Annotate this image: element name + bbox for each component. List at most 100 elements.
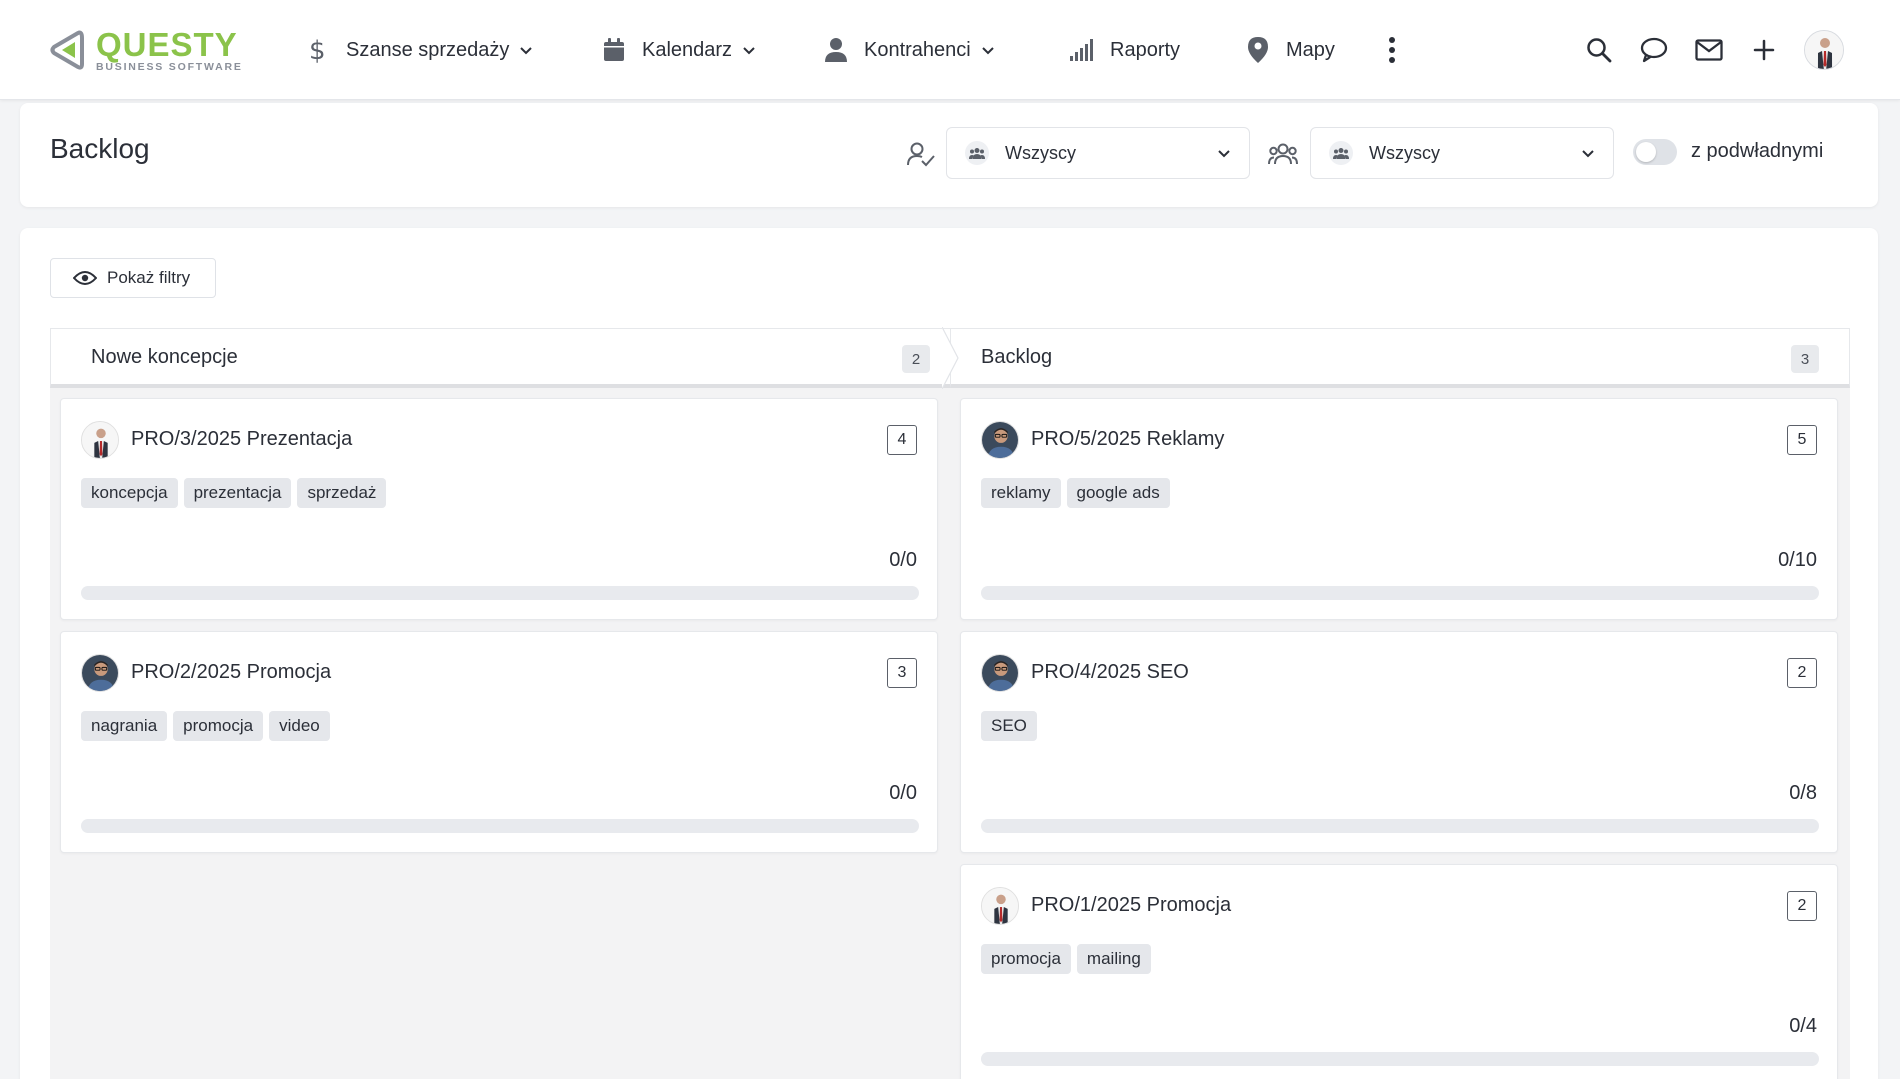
progress-bar [81, 819, 919, 833]
column-count-badge: 3 [1791, 345, 1819, 373]
nav-contractors[interactable]: Kontrahenci [822, 30, 995, 70]
kanban-column-new-concepts: Nowe koncepcje 2 PRO/3/2025 Prezentacja … [50, 328, 950, 1079]
tag: promocja [981, 944, 1071, 974]
tag: mailing [1076, 944, 1151, 974]
column-separator-arrow [942, 327, 959, 389]
show-filters-label: Pokaż filtry [107, 268, 191, 287]
subordinates-toggle-label: z podwładnymi [1691, 140, 1824, 162]
card-title[interactable]: PRO/2/2025 Promocja [131, 661, 331, 684]
nav-reports-label: Raporty [1110, 38, 1181, 61]
card-title[interactable]: PRO/1/2025 Promocja [1031, 894, 1231, 917]
tag-list: promocja mailing [981, 944, 1151, 974]
tag: sprzedaż [297, 478, 387, 508]
tag: reklamy [981, 478, 1061, 508]
column-title: Nowe koncepcje [91, 346, 238, 368]
progress-text: 0/8 [1789, 782, 1817, 804]
progress-text: 0/10 [1778, 549, 1817, 571]
kanban-column-backlog: Backlog 3 PRO/5/2025 Reklamy 5 reklamy g… [950, 328, 1850, 1079]
progress-bar [81, 586, 919, 600]
project-card[interactable]: PRO/5/2025 Reklamy 5 reklamy google ads … [960, 398, 1838, 620]
card-count-badge: 4 [887, 425, 917, 455]
column-count-badge: 2 [902, 345, 930, 373]
tag: SEO [981, 711, 1037, 741]
group-icon [965, 141, 989, 165]
card-title[interactable]: PRO/4/2025 SEO [1031, 661, 1189, 684]
person-icon [822, 36, 850, 64]
svg-text:$: $ [309, 36, 326, 64]
column-title: Backlog [981, 346, 1053, 368]
card-count-badge: 2 [1787, 658, 1817, 688]
tag: koncepcja [81, 478, 178, 508]
column-header: Backlog 3 [950, 328, 1850, 388]
tag: google ads [1066, 478, 1170, 508]
plus-icon[interactable] [1749, 35, 1779, 65]
card-count-badge: 5 [1787, 425, 1817, 455]
show-filters-button[interactable]: Pokaż filtry [50, 258, 216, 298]
brand-name: QUESTY [96, 26, 238, 63]
assignee-select[interactable]: Wszyscy [946, 127, 1250, 179]
avatar [81, 421, 119, 459]
group-select[interactable]: Wszyscy [1310, 127, 1614, 179]
kanban-board: Nowe koncepcje 2 PRO/3/2025 Prezentacja … [50, 327, 1850, 1079]
toggle-knob [1636, 142, 1656, 162]
page-header: Backlog Wszyscy Wszyscy z podwładnymi [20, 103, 1878, 207]
avatar [981, 654, 1019, 692]
map-pin-icon [1244, 36, 1272, 64]
project-card[interactable]: PRO/2/2025 Promocja 3 nagrania promocja … [60, 631, 938, 853]
chevron-down-icon [520, 47, 533, 55]
nav-reports[interactable]: Raporty [1068, 30, 1180, 70]
avatar [981, 887, 1019, 925]
tag-list: koncepcja prezentacja sprzedaż [81, 478, 387, 508]
progress-bar [981, 1052, 1819, 1066]
project-card[interactable]: PRO/4/2025 SEO 2 SEO 0/8 [960, 631, 1838, 853]
eye-icon [73, 266, 97, 290]
nav-calendar-label: Kalendarz [642, 38, 733, 61]
page-title: Backlog [50, 133, 150, 164]
tag-list: reklamy google ads [981, 478, 1170, 508]
user-avatar[interactable] [1804, 30, 1844, 70]
nav-maps[interactable]: Mapy [1244, 30, 1335, 70]
progress-bar [981, 586, 1819, 600]
tag: nagrania [81, 711, 168, 741]
brand-subtitle: BUSINESS SOFTWARE [96, 61, 243, 73]
dollar-icon: $ [304, 36, 332, 64]
card-count-badge: 2 [1787, 891, 1817, 921]
project-card[interactable]: PRO/3/2025 Prezentacja 4 koncepcja preze… [60, 398, 938, 620]
kebab-menu-icon[interactable] [1380, 32, 1404, 68]
column-header: Nowe koncepcje 2 [50, 328, 950, 388]
chevron-down-icon [1218, 150, 1230, 158]
nav-sales-opportunities[interactable]: $ Szanse sprzedaży [304, 30, 533, 70]
tag: promocja [173, 711, 264, 741]
signal-bars-icon [1068, 36, 1096, 64]
chevron-down-icon [743, 47, 755, 55]
nav-contractors-label: Kontrahenci [864, 38, 971, 61]
subordinates-toggle[interactable] [1633, 139, 1677, 165]
card-title[interactable]: PRO/3/2025 Prezentacja [131, 428, 352, 451]
top-navbar: QUESTY BUSINESS SOFTWARE $ Szanse sprzed… [0, 0, 1900, 100]
progress-bar [981, 819, 1819, 833]
chat-bubble-icon[interactable] [1639, 35, 1669, 65]
chevron-down-icon [982, 47, 994, 55]
group-icon [1268, 139, 1298, 169]
chevron-down-icon [1582, 150, 1594, 158]
nav-sales-label: Szanse sprzedaży [346, 38, 510, 61]
search-icon[interactable] [1584, 35, 1614, 65]
tag: prezentacja [183, 478, 292, 508]
nav-calendar[interactable]: Kalendarz [600, 30, 756, 70]
tag-list: SEO [981, 711, 1037, 741]
project-card[interactable]: PRO/1/2025 Promocja 2 promocja mailing 0… [960, 864, 1838, 1079]
mail-icon[interactable] [1694, 35, 1724, 65]
assignee-select-value: Wszyscy [1005, 142, 1076, 163]
tag-list: nagrania promocja video [81, 711, 330, 741]
card-count-badge: 3 [887, 658, 917, 688]
card-title[interactable]: PRO/5/2025 Reklamy [1031, 428, 1224, 451]
progress-text: 0/4 [1789, 1015, 1817, 1037]
calendar-icon [600, 36, 628, 64]
avatar [81, 654, 119, 692]
questy-logo[interactable]: QUESTY BUSINESS SOFTWARE [48, 28, 243, 73]
progress-text: 0/0 [889, 549, 917, 571]
tag: video [269, 711, 330, 741]
avatar [981, 421, 1019, 459]
group-icon [1329, 141, 1353, 165]
person-check-icon [906, 139, 936, 169]
